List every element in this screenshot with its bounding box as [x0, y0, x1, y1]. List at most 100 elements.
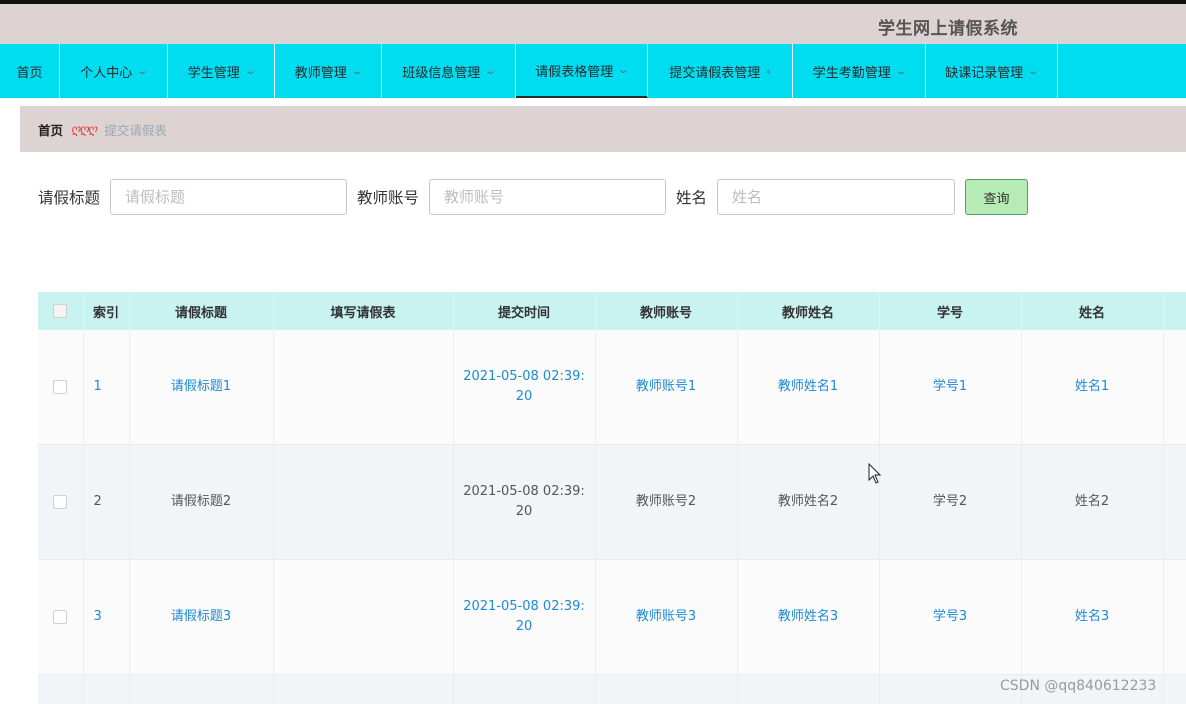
nav-item-label: 缺课记录管理	[945, 65, 1024, 81]
query-button[interactable]: 查询	[965, 179, 1029, 215]
name-cell: 姓名2	[1021, 444, 1164, 560]
teacher-account-cell: 教师账号3	[595, 559, 738, 675]
table-header-row: 索引 请假标题 填写请假表 提交时间 教师账号 教师姓名 学号 姓名	[38, 292, 1186, 330]
title-bar: 学生网上请假系统	[0, 4, 1186, 44]
column-header[interactable]: 索引	[83, 292, 130, 330]
leave-title-cell[interactable]: 请假标题1	[129, 330, 274, 445]
empty-cell	[273, 674, 454, 704]
extra-cell	[1163, 330, 1186, 445]
nav-item-home[interactable]: 首页	[0, 44, 60, 98]
empty-cell	[1163, 674, 1186, 704]
leave-title-cell[interactable]: 请假标题3	[129, 559, 274, 675]
name-cell: 姓名1	[1021, 330, 1164, 445]
extra-cell	[1163, 559, 1186, 675]
breadcrumb-current: 提交请假表	[104, 122, 167, 138]
leave-title-cell[interactable]: 请假标题2	[129, 444, 274, 560]
nav-item-label: 学生考勤管理	[812, 65, 891, 81]
main-nav: 首页 个人中心 ⌄ 学生管理 ⌄ 教师管理 ⌄ 班级信息管理 ⌄ 请假表格管理 …	[0, 44, 1186, 98]
row-checkbox[interactable]	[53, 609, 68, 624]
empty-cell	[737, 674, 880, 704]
submit-time-cell: 2021-05-08 02:39:20	[453, 559, 596, 675]
leave-title-input[interactable]	[110, 179, 348, 215]
index-cell: 1	[83, 330, 130, 445]
app-title: 学生网上请假系统	[878, 19, 1018, 39]
chevron-down-icon: ⌄	[136, 65, 149, 77]
chevron-down-icon: ⌄	[895, 65, 907, 77]
teacher-name-cell: 教师姓名1	[737, 330, 880, 445]
select-all-cell	[38, 292, 84, 330]
nav-item-label: 提交请假表管理	[669, 65, 761, 81]
chevron-down-icon: ⌄	[244, 65, 256, 77]
nav-item-student-management[interactable]: 学生管理 ⌄	[168, 44, 275, 98]
search-bar: 请假标题 教师账号 姓名 查询	[38, 179, 1029, 215]
table-row[interactable]: 1 请假标题1 2021-05-08 02:39:20 教师账号1 教师姓名1 …	[38, 330, 1186, 445]
name-label: 姓名	[676, 189, 708, 207]
select-all-checkbox[interactable]	[53, 304, 68, 318]
leave-form-cell	[273, 330, 454, 445]
chevron-down-icon: ⌄	[351, 65, 363, 77]
empty-cell	[453, 674, 596, 704]
table-row[interactable]: 2 请假标题2 2021-05-08 02:39:20 教师账号2 教师姓名2 …	[38, 444, 1186, 560]
student-no-cell: 学号1	[879, 330, 1022, 445]
index-cell: 2	[83, 444, 130, 560]
nav-item-label: 学生管理	[187, 65, 240, 81]
nav-item-label: 首页	[16, 65, 43, 81]
nav-item-label: 班级信息管理	[402, 65, 481, 81]
mouse-cursor-icon	[868, 463, 882, 484]
empty-cell	[83, 674, 130, 704]
leave-table: 索引 请假标题 填写请假表 提交时间 教师账号 教师姓名 学号 姓名 1 请假标…	[38, 292, 1186, 704]
table-row[interactable]: 3 请假标题3 2021-05-08 02:39:20 教师账号3 教师姓名3 …	[38, 559, 1186, 675]
nav-item-leave-form-management[interactable]: 请假表格管理 ⌄	[516, 44, 648, 98]
row-select-cell	[38, 444, 84, 560]
watermark: CSDN @qq840612233	[1000, 678, 1157, 694]
chevron-down-icon: ⌄	[484, 65, 497, 77]
nav-item-personal-center[interactable]: 个人中心 ⌄	[60, 44, 168, 98]
row-select-cell	[38, 559, 84, 675]
breadcrumb-home[interactable]: 首页	[38, 120, 63, 139]
column-header[interactable]: 教师账号	[595, 292, 738, 330]
extra-cell	[1163, 444, 1186, 560]
column-header[interactable]: 填写请假表	[273, 292, 454, 330]
teacher-account-label: 教师账号	[357, 189, 420, 207]
row-checkbox[interactable]	[53, 379, 68, 394]
leave-form-cell	[273, 559, 454, 675]
nav-item-teacher-management[interactable]: 教师管理 ⌄	[275, 44, 382, 98]
chevron-down-icon: ⌄	[617, 64, 630, 76]
column-header[interactable]: 提交时间	[453, 292, 596, 330]
teacher-account-cell: 教师账号1	[595, 330, 738, 445]
chevron-left-icon: ‹	[766, 64, 771, 78]
empty-cell	[38, 674, 84, 704]
name-input[interactable]	[717, 179, 956, 215]
nav-item-label: 个人中心	[80, 65, 133, 81]
teacher-name-cell: 教师姓名2	[737, 444, 880, 560]
teacher-account-cell: 教师账号2	[595, 444, 738, 560]
column-header[interactable]: 姓名	[1021, 292, 1164, 330]
submit-time-cell: 2021-05-08 02:39:20	[453, 444, 596, 560]
nav-item-submit-leave-management[interactable]: 提交请假表管理 ‹	[648, 44, 793, 98]
row-checkbox[interactable]	[53, 494, 68, 509]
nav-item-class-info-management[interactable]: 班级信息管理 ⌄	[382, 44, 516, 98]
chevron-down-icon: ⌄	[1027, 65, 1040, 77]
breadcrumb: 首页 ღღღ 提交请假表	[20, 106, 1186, 152]
leave-title-label: 请假标题	[38, 189, 101, 207]
student-no-cell: 学号3	[879, 559, 1022, 675]
teacher-name-cell: 教师姓名3	[737, 559, 880, 675]
column-header[interactable]: 学号	[879, 292, 1022, 330]
teacher-account-input[interactable]	[429, 179, 667, 215]
name-cell: 姓名3	[1021, 559, 1164, 675]
breadcrumb-separator: ღღღ	[71, 122, 97, 136]
column-header[interactable]: 教师姓名	[737, 292, 880, 330]
leave-form-cell	[273, 444, 454, 560]
column-header[interactable]: 请假标题	[129, 292, 274, 330]
student-no-cell: 学号2	[879, 444, 1022, 560]
nav-item-label: 教师管理	[294, 65, 347, 81]
index-cell: 3	[83, 559, 130, 675]
column-header-extra	[1163, 292, 1186, 330]
empty-cell	[129, 674, 274, 704]
submit-time-cell: 2021-05-08 02:39:20	[453, 330, 596, 445]
row-select-cell	[38, 330, 84, 445]
nav-item-attendance-management[interactable]: 学生考勤管理 ⌄	[793, 44, 926, 98]
empty-cell	[595, 674, 738, 704]
nav-item-absence-record-management[interactable]: 缺课记录管理 ⌄	[926, 44, 1058, 98]
nav-item-label: 请假表格管理	[535, 64, 614, 80]
